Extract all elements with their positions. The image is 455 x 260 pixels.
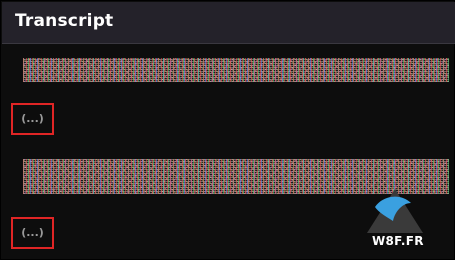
transcript-panel: Transcript (...) (...) W8F.FR <box>0 0 455 260</box>
panel-title: Transcript <box>15 11 114 31</box>
collapsed-entry-highlight[interactable]: (...) <box>11 103 54 135</box>
collapsed-entry-highlight[interactable]: (...) <box>11 217 54 249</box>
ellipsis-placeholder: (...) <box>21 112 44 125</box>
redacted-transcript-line <box>23 58 449 82</box>
panel-header: Transcript <box>2 2 455 44</box>
watermark-text: W8F.FR <box>372 234 424 248</box>
ellipsis-placeholder: (...) <box>21 226 44 239</box>
